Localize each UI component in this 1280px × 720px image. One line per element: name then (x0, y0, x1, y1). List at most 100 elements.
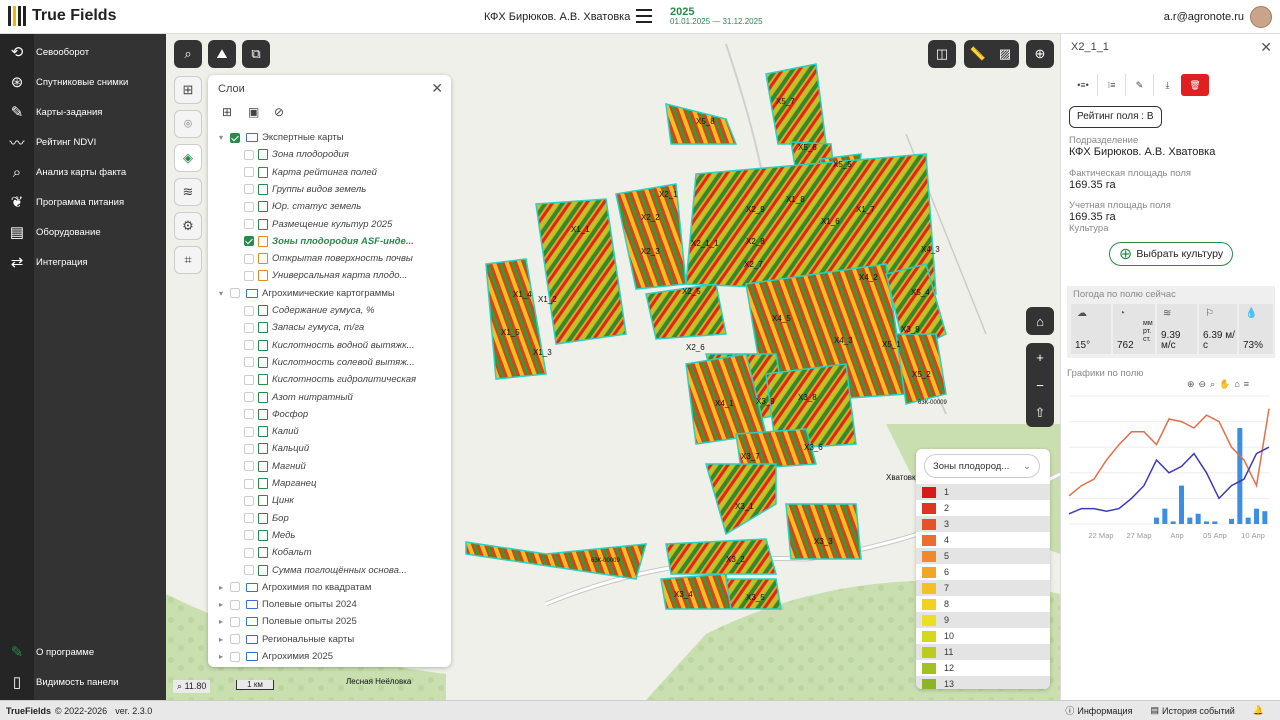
layer-item[interactable]: Медь (208, 527, 451, 544)
layer-checkbox[interactable] (230, 599, 240, 610)
layer-item[interactable]: Цинк (208, 492, 451, 509)
layer-checkbox[interactable] (244, 443, 254, 454)
chevron-right-icon[interactable]: ▸ (216, 617, 226, 626)
menu-icon[interactable] (636, 9, 652, 23)
hide-icon[interactable]: ⊘ (274, 105, 290, 121)
layer-checkbox[interactable] (244, 149, 254, 160)
search-button[interactable]: ⌕ (174, 40, 202, 68)
layer-item[interactable]: Сумма поглощённых основа... (208, 562, 451, 579)
sidebar-item-satellite[interactable]: ⊛ Спутниковые снимки (0, 67, 166, 97)
season-selector[interactable]: 2025 01.01.2025 — 31.12.2025 (670, 7, 763, 27)
layer-checkbox[interactable] (230, 616, 240, 627)
sidebar-item-equipment[interactable]: ▤ Оборудование (0, 217, 166, 247)
farm-selector[interactable]: КФХ Бирюков. А.В. Хватовка (484, 11, 630, 23)
layer-checkbox[interactable] (244, 565, 254, 575)
edit-button[interactable]: ✎ (1125, 74, 1153, 96)
user-email[interactable]: a.r@agronote.ru (1164, 11, 1244, 23)
sidebar-item-ndvi[interactable]: 〰 Рейтинг NDVI (0, 127, 166, 157)
layer-item[interactable]: Размещение культур 2025 (208, 216, 451, 233)
map-tool-measure[interactable]: ⌗ (174, 246, 202, 274)
layer-group[interactable]: ▸ Полевые опыты 2024 (208, 596, 451, 613)
layer-checkbox[interactable] (244, 322, 254, 333)
sidebar-item-about[interactable]: ✎ О программе (0, 637, 166, 667)
layer-item[interactable]: Кислотность солевой вытяж... (208, 354, 451, 371)
footer-history-link[interactable]: История событий (1162, 706, 1235, 716)
layer-checkbox[interactable] (244, 201, 254, 212)
layer-checkbox[interactable] (244, 495, 254, 506)
field-chart[interactable]: 22 Мар 27 Мар Апр 05 Апр 10 Апр (1065, 380, 1277, 550)
add-layer-icon[interactable]: ⊞ (222, 105, 238, 121)
zoom-in-button[interactable]: + (1026, 343, 1054, 371)
chevron-right-icon[interactable]: ▸ (216, 635, 226, 644)
layer-group[interactable]: ▸ Полевые опыты 2025 (208, 613, 451, 630)
legend-select[interactable]: Зоны плодород... ⌄ (924, 454, 1040, 478)
terrain-button[interactable]: ⛰ (208, 40, 236, 68)
layer-item[interactable]: Зоны плодородия ASF-инде... (208, 233, 451, 250)
layer-checkbox[interactable] (230, 132, 240, 143)
hatch-button[interactable]: ▨ (991, 40, 1019, 68)
sidebar-item-integration[interactable]: ⇄ Интеграция (0, 247, 166, 277)
chevron-right-icon[interactable]: ▸ (216, 600, 226, 609)
compare-button[interactable]: ◫ (928, 40, 956, 68)
layer-checkbox[interactable] (244, 513, 254, 524)
app-logo[interactable]: True Fields (8, 6, 116, 26)
layer-item[interactable]: Калий (208, 423, 451, 440)
map-tool-pin[interactable]: ⌾ (174, 110, 202, 138)
sidebar-item-analysis[interactable]: ⌕ Анализ карты факта (0, 157, 166, 187)
layer-item[interactable]: Магний (208, 458, 451, 475)
tool-grid-button[interactable]: ⁝≡ (1097, 74, 1125, 96)
chevron-down-icon[interactable]: ▾ (216, 133, 226, 142)
layer-checkbox[interactable] (244, 409, 254, 420)
layer-checkbox[interactable] (244, 530, 254, 541)
layer-checkbox[interactable] (230, 634, 240, 645)
map-tool-layers[interactable]: ◈ (174, 144, 202, 172)
layer-checkbox[interactable] (244, 340, 254, 351)
choose-crop-button[interactable]: ⊕ Выбрать культуру (1109, 242, 1233, 266)
layer-checkbox[interactable] (244, 426, 254, 437)
folder-icon[interactable]: ▣ (248, 105, 264, 121)
layer-item[interactable]: Содержание гумуса, % (208, 302, 451, 319)
map-tool-strips[interactable]: ≋ (174, 178, 202, 206)
layer-group[interactable]: ▸ Агрохимия 2025 (208, 648, 451, 665)
layer-checkbox[interactable] (244, 236, 254, 247)
layer-item[interactable]: Фосфор (208, 406, 451, 423)
layer-checkbox[interactable] (244, 253, 254, 264)
locate-button[interactable]: ⊕ (1026, 40, 1054, 68)
copy-button[interactable]: ⧉ (242, 40, 270, 68)
layer-item[interactable]: Запасы гумуса, т/га (208, 319, 451, 336)
layer-checkbox[interactable] (244, 167, 254, 178)
layer-checkbox[interactable] (244, 184, 254, 195)
layer-checkbox[interactable] (230, 582, 240, 593)
delete-button[interactable]: 🗑 (1181, 74, 1209, 96)
layer-item[interactable]: Универсальная карта плодо... (208, 267, 451, 284)
layer-item[interactable]: Кобальт (208, 544, 451, 561)
layer-item[interactable]: Открытая поверхность почвы (208, 250, 451, 267)
layer-checkbox[interactable] (244, 357, 254, 368)
layer-item[interactable]: Зона плодородия (208, 146, 451, 163)
north-button[interactable]: ⇧ (1026, 399, 1054, 427)
zoom-out-button[interactable]: − (1026, 371, 1054, 399)
layer-checkbox[interactable] (244, 219, 254, 229)
footer-info-link[interactable]: Информация (1077, 706, 1132, 716)
layer-checkbox[interactable] (244, 392, 254, 402)
layer-item[interactable]: Бор (208, 510, 451, 527)
layer-item[interactable]: Юр. статус земель (208, 198, 451, 215)
layer-group[interactable]: ▸ Агрохимия по квадратам (208, 579, 451, 596)
bell-icon[interactable]: 🔔 (1253, 705, 1264, 716)
layer-checkbox[interactable] (244, 478, 254, 489)
ruler-button[interactable]: 📏 (964, 40, 992, 68)
sidebar-item-panel-visibility[interactable]: ▯ Видимость панели (0, 667, 166, 697)
map-tool-settings[interactable]: ⚙ (174, 212, 202, 240)
layer-checkbox[interactable] (244, 547, 254, 558)
layer-group[interactable]: ▸ Региональные карты (208, 631, 451, 648)
chevron-down-icon[interactable]: ▾ (216, 289, 226, 298)
layer-checkbox[interactable] (244, 461, 254, 472)
layer-item[interactable]: Кислотность водной вытяжк... (208, 337, 451, 354)
layer-checkbox[interactable] (230, 288, 240, 299)
close-icon[interactable]: ✕ (1260, 39, 1272, 56)
layer-group[interactable]: ▾ Экспертные карты (208, 129, 451, 146)
avatar[interactable] (1250, 6, 1272, 28)
layer-item[interactable]: Азот нитратный (208, 389, 451, 406)
layer-checkbox[interactable] (244, 374, 254, 385)
layer-checkbox[interactable] (244, 270, 254, 281)
